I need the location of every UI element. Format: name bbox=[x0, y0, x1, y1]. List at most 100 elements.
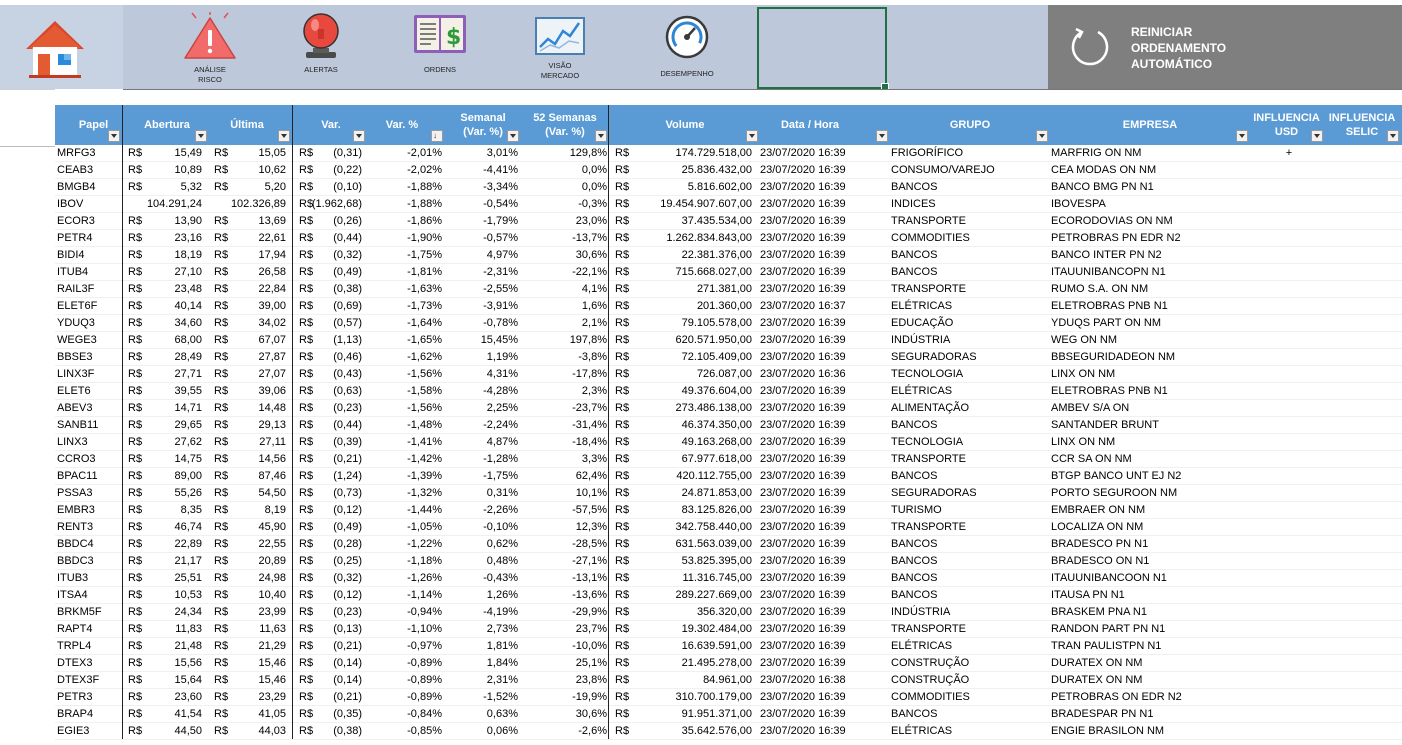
visao-mercado-button[interactable]: VISÃO MERCADO bbox=[510, 5, 610, 89]
table-row[interactable]: ECOR3 R$ 13,90 R$ 13,69 R$ (0,26) -1,86% -1,79% 2… bbox=[55, 213, 1402, 230]
table-row[interactable]: ITUB4 R$ 27,10 R$ 26,58 R$ (0,49) -1,81% -2,31% -… bbox=[55, 264, 1402, 281]
cell-52-semanas: -18,4% bbox=[572, 436, 607, 448]
cell-var: (0,10) bbox=[333, 181, 362, 193]
cell-semanal: -4,41% bbox=[483, 164, 518, 176]
table-row[interactable]: CEAB3 R$ 10,89 R$ 10,62 R$ (0,22) -2,02% -4,41% 0… bbox=[55, 162, 1402, 179]
table-row[interactable]: CCRO3 R$ 14,75 R$ 14,56 R$ (0,21) -1,42% -1,28% 3… bbox=[55, 451, 1402, 468]
table-row[interactable]: PETR4 R$ 23,16 R$ 22,61 R$ (0,44) -1,90% -0,57% -… bbox=[55, 230, 1402, 247]
table-row[interactable]: BBDC4 R$ 22,89 R$ 22,55 R$ (0,28) -1,22% 0,62% -2… bbox=[55, 536, 1402, 553]
cell-empresa: PETROBRAS ON EDR N2 bbox=[1051, 691, 1182, 703]
cell-empresa: LINX ON NM bbox=[1051, 436, 1116, 448]
filter-dropdown[interactable] bbox=[278, 130, 290, 142]
ordens-button[interactable]: $ ORDENS bbox=[390, 5, 490, 89]
cell-semanal: 1,19% bbox=[486, 351, 518, 363]
cell-data-hora: 23/07/2020 16:39 bbox=[760, 249, 846, 261]
cell-papel: DTEX3 bbox=[57, 657, 93, 669]
cell-data-hora: 23/07/2020 16:39 bbox=[760, 725, 846, 737]
table-row[interactable]: RAIL3F R$ 23,48 R$ 22,84 R$ (0,38) -1,63% -2,55%… bbox=[55, 281, 1402, 298]
table-row[interactable]: BMGB4 R$ 5,32 R$ 5,20 R$ (0,10) -1,88% -3,34% 0,0… bbox=[55, 179, 1402, 196]
table-row[interactable]: ITSA4 R$ 10,53 R$ 10,40 R$ (0,12) -1,14% 1,26% -1… bbox=[55, 587, 1402, 604]
cell-volume: 310.700.179,00 bbox=[675, 691, 752, 703]
filter-dropdown[interactable] bbox=[1036, 130, 1048, 142]
cell-ultima: 10,62 bbox=[258, 164, 286, 176]
cell-var-pct: -2,01% bbox=[407, 147, 442, 159]
filter-dropdown[interactable] bbox=[108, 130, 120, 142]
cell-var-pct: -0,89% bbox=[407, 657, 442, 669]
filter-dropdown[interactable] bbox=[1236, 130, 1248, 142]
cell-data-hora: 23/07/2020 16:39 bbox=[760, 266, 846, 278]
table-row[interactable]: RENT3 R$ 46,74 R$ 45,90 R$ (0,49) -1,05% -0,10% 1… bbox=[55, 519, 1402, 536]
table-row[interactable]: EMBR3 R$ 8,35 R$ 8,19 R$ (0,12) -1,44% -2,26% -57… bbox=[55, 502, 1402, 519]
cell-grupo: ALIMENTAÇÃO bbox=[891, 402, 970, 414]
table-row[interactable]: PETR3 R$ 23,60 R$ 23,29 R$ (0,21) -0,89% -1,52% -… bbox=[55, 689, 1402, 706]
table-row[interactable]: DTEX3F R$ 15,64 R$ 15,46 R$ (0,14) -0,89% 2,31% 2… bbox=[55, 672, 1402, 689]
cell-papel: ECOR3 bbox=[57, 215, 95, 227]
table-row[interactable]: EGIE3 R$ 44,50 R$ 44,03 R$ (0,38) -0,85% 0,06% -2… bbox=[55, 723, 1402, 740]
analise-risco-button[interactable]: ANÁLISE RISCO bbox=[160, 5, 260, 89]
table-row[interactable]: WEGE3 R$ 68,00 R$ 67,07 R$ (1,13) -1,65% 15,45% 1… bbox=[55, 332, 1402, 349]
table-row[interactable]: SANB11 R$ 29,65 R$ 29,13 R$ (0,44) -1,48% -2,24%… bbox=[55, 417, 1402, 434]
table-row[interactable]: BBDC3 R$ 21,17 R$ 20,89 R$ (0,25) -1,18% 0,48% -2… bbox=[55, 553, 1402, 570]
cell-grupo: TRANSPORTE bbox=[891, 623, 966, 635]
filter-dropdown[interactable] bbox=[595, 130, 607, 142]
cell-papel: YDUQ3 bbox=[57, 317, 95, 329]
table-row[interactable]: ELET6 R$ 39,55 R$ 39,06 R$ (0,63) -1,58% -4,28% 2… bbox=[55, 383, 1402, 400]
table-row[interactable]: BPAC11 R$ 89,00 R$ 87,46 R$ (1,24) -1,39% -1,75%… bbox=[55, 468, 1402, 485]
cell-data-hora: 23/07/2020 16:39 bbox=[760, 623, 846, 635]
cell-semanal: 2,73% bbox=[486, 623, 518, 635]
cell-volume: 201.360,00 bbox=[696, 300, 752, 312]
cell-volume: 53.825.395,00 bbox=[681, 555, 752, 567]
table-row[interactable]: BRAP4 R$ 41,54 R$ 41,05 R$ (0,35) -0,84% 0,63% 30… bbox=[55, 706, 1402, 723]
cell-grupo: ELÉTRICAS bbox=[891, 385, 953, 397]
cell-semanal: 1,26% bbox=[486, 589, 518, 601]
cell-grupo: TECNOLOGIA bbox=[891, 368, 964, 380]
cell-data-hora: 23/07/2020 16:39 bbox=[760, 487, 846, 499]
cell-var: (0,25) bbox=[333, 555, 362, 567]
cell-var: (0,14) bbox=[333, 674, 362, 686]
cell-abertura: 46,74 bbox=[174, 521, 202, 533]
filter-dropdown[interactable] bbox=[1311, 130, 1323, 142]
cell-var-pct: -1,90% bbox=[407, 232, 442, 244]
cell-grupo: EDUCAÇÃO bbox=[891, 317, 954, 329]
desempenho-button[interactable]: DESEMPENHO bbox=[637, 5, 737, 89]
cell-empresa: YDUQS PART ON NM bbox=[1051, 317, 1162, 329]
table-row[interactable]: BBSE3 R$ 28,49 R$ 27,87 R$ (0,46) -1,62% 1,19% -3… bbox=[55, 349, 1402, 366]
filter-dropdown[interactable] bbox=[507, 130, 519, 142]
cell-abertura: 39,55 bbox=[174, 385, 202, 397]
reiniciar-ordenamento-button[interactable]: REINICIAR ORDENAMENTO AUTOMÁTICO bbox=[1048, 5, 1402, 89]
table-row[interactable]: LINX3F R$ 27,71 R$ 27,07 R$ (0,43) -1,56% 4,31% -… bbox=[55, 366, 1402, 383]
cell-52-semanas: -28,5% bbox=[572, 538, 607, 550]
cell-var-pct: -1,88% bbox=[407, 181, 442, 193]
cell-ultima: 13,69 bbox=[258, 215, 286, 227]
table-row[interactable]: ITUB3 R$ 25,51 R$ 24,98 R$ (0,32) -1,26% -0,43% -… bbox=[55, 570, 1402, 587]
cell-grupo: BANCOS bbox=[891, 589, 938, 601]
table-row[interactable]: BIDI4 R$ 18,19 R$ 17,94 R$ (0,32) -1,75% 4,97% 30… bbox=[55, 247, 1402, 264]
table-row[interactable]: ABEV3 R$ 14,71 R$ 14,48 R$ (0,23) -1,56% 2,25% -2… bbox=[55, 400, 1402, 417]
cell-ultima: 44,03 bbox=[258, 725, 286, 737]
table-row[interactable]: MRFG3 R$ 15,49 R$ 15,05 R$ (0,31) -2,01% 3,01% 12… bbox=[55, 145, 1402, 162]
filter-dropdown[interactable] bbox=[746, 130, 758, 142]
table-row[interactable]: DTEX3 R$ 15,56 R$ 15,46 R$ (0,14) -0,89% 1,84% 25… bbox=[55, 655, 1402, 672]
table-row[interactable]: PSSA3 R$ 55,26 R$ 54,50 R$ (0,73) -1,32% 0,31% 10… bbox=[55, 485, 1402, 502]
table-row[interactable]: BRKM5F R$ 24,34 R$ 23,99 R$ (0,23) -0,94% -4,19%… bbox=[55, 604, 1402, 621]
cell-abertura: 10,89 bbox=[174, 164, 202, 176]
sort-desc-dropdown[interactable] bbox=[431, 130, 443, 142]
cell-grupo: TRANSPORTE bbox=[891, 283, 966, 295]
filter-dropdown[interactable] bbox=[876, 130, 888, 142]
table-row[interactable]: IBOV 104.291,24 102.326,89 R$ (1.962,68) -1,8… bbox=[55, 196, 1402, 213]
alertas-button[interactable]: ALERTAS bbox=[271, 5, 371, 89]
cell-grupo: SEGURADORAS bbox=[891, 351, 977, 363]
table-row[interactable]: LINX3 R$ 27,62 R$ 27,11 R$ (0,39) -1,41% 4,87% -1… bbox=[55, 434, 1402, 451]
col-ultima: Última bbox=[212, 105, 292, 145]
cell-52-semanas: -57,5% bbox=[572, 504, 607, 516]
cell-52-semanas: 30,6% bbox=[575, 249, 607, 261]
filter-dropdown[interactable] bbox=[195, 130, 207, 142]
filter-dropdown[interactable] bbox=[353, 130, 365, 142]
table-row[interactable]: TRPL4 R$ 21,48 R$ 21,29 R$ (0,21) -0,97% 1,81% -1… bbox=[55, 638, 1402, 655]
filter-dropdown[interactable] bbox=[1387, 130, 1399, 142]
selected-cell[interactable] bbox=[757, 7, 889, 91]
table-row[interactable]: ELET6F R$ 40,14 R$ 39,00 R$ (0,69) -1,73% -3,91%… bbox=[55, 298, 1402, 315]
home-button[interactable] bbox=[0, 5, 123, 89]
table-row[interactable]: YDUQ3 R$ 34,60 R$ 34,02 R$ (0,57) -1,64% -0,78% 2… bbox=[55, 315, 1402, 332]
table-row[interactable]: RAPT4 R$ 11,83 R$ 11,63 R$ (0,13) -1,10% 2,73% 23… bbox=[55, 621, 1402, 638]
